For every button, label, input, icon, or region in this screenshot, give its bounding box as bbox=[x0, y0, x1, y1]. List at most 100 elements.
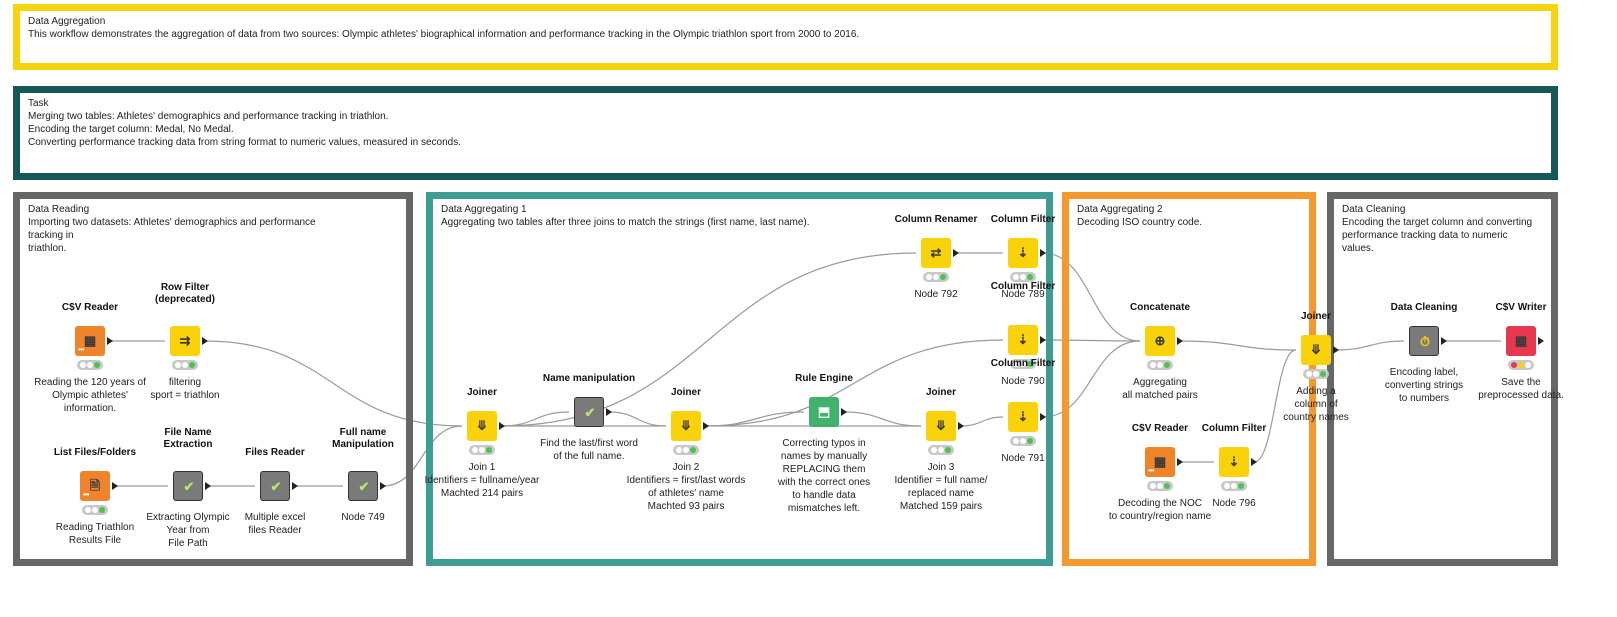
output-port-icon[interactable] bbox=[1040, 249, 1046, 257]
dots-icon: ••• bbox=[83, 490, 89, 499]
node-glyph-icon: ⇣ bbox=[1228, 454, 1240, 469]
node-title: Column Filter bbox=[990, 214, 1056, 225]
node-icon[interactable]: 🗎 ••• bbox=[80, 471, 110, 501]
node-icon[interactable]: ✔ bbox=[574, 397, 604, 427]
output-port-icon[interactable] bbox=[1441, 337, 1447, 345]
node-icon[interactable]: ▦ ••• bbox=[75, 326, 105, 356]
node-icon[interactable]: ⇣ bbox=[1008, 325, 1038, 355]
node-glyph-icon: ⤋ bbox=[935, 418, 947, 433]
node-title: Concatenate bbox=[1129, 302, 1190, 313]
node-joiner-1[interactable]: Joiner ⤋ Join 1 Identifiers = fullname/yea… bbox=[422, 387, 542, 557]
node-icon[interactable]: ▦ bbox=[1506, 326, 1536, 356]
node-glyph-icon: ⤋ bbox=[680, 418, 692, 433]
output-port-icon[interactable] bbox=[606, 408, 612, 416]
status-traffic-light bbox=[172, 360, 198, 370]
output-port-icon[interactable] bbox=[202, 337, 208, 345]
status-traffic-light bbox=[1010, 436, 1036, 446]
node-icon[interactable]: ⇣ bbox=[1219, 447, 1249, 477]
node-title: Row Filter (deprecated) bbox=[154, 282, 215, 305]
node-title: Column Filter bbox=[990, 281, 1056, 292]
node-title: Joiner bbox=[670, 387, 701, 398]
status-traffic-light bbox=[923, 272, 949, 282]
output-port-icon[interactable] bbox=[1538, 337, 1544, 345]
metanode-glyph-icon: ✔ bbox=[270, 479, 282, 494]
node-title: C$V Writer bbox=[1495, 302, 1547, 313]
status-traffic-light bbox=[77, 360, 103, 370]
node-icon[interactable]: ⤋ bbox=[926, 411, 956, 441]
annotation-task: Task Merging two tables: Athletes' demog… bbox=[13, 86, 1558, 180]
annotation-data-aggregation: Data Aggregation This workflow demonstra… bbox=[13, 4, 1558, 70]
node-icon[interactable]: ⇉ bbox=[170, 326, 200, 356]
output-port-icon[interactable] bbox=[112, 482, 118, 490]
node-icon[interactable]: ▦ ••• bbox=[1145, 447, 1175, 477]
metanode-glyph-icon: ✔ bbox=[584, 405, 596, 420]
node-caption: Node 796 bbox=[1212, 498, 1256, 509]
node-glyph-icon: ⤋ bbox=[476, 418, 488, 433]
node-icon[interactable]: ⇄ bbox=[921, 238, 951, 268]
node-caption: filtering sport = triathlon bbox=[150, 377, 220, 401]
node-glyph-icon: ⤋ bbox=[1310, 342, 1322, 357]
node-title: Joiner bbox=[466, 387, 497, 398]
status-traffic-light bbox=[1221, 481, 1247, 491]
status-traffic-light bbox=[1147, 481, 1173, 491]
status-traffic-light bbox=[82, 505, 108, 515]
node-icon[interactable]: ⊕ bbox=[1145, 326, 1175, 356]
output-port-icon[interactable] bbox=[292, 482, 298, 490]
output-port-icon[interactable] bbox=[953, 249, 959, 257]
node-icon[interactable]: ⬒ bbox=[809, 397, 839, 427]
node-icon[interactable]: ✔ bbox=[260, 471, 290, 501]
node-glyph-icon: ▦ bbox=[1514, 333, 1528, 348]
node-full-name-manipulation[interactable]: Full name Manipulation ✔ Node 749 bbox=[303, 427, 423, 597]
node-column-filter-791[interactable]: Column Filter ⇣ Node 791 bbox=[963, 358, 1083, 528]
annotation-text: Data Aggregating 2 Decoding ISO country … bbox=[1077, 204, 1203, 228]
node-glyph-icon: ⇣ bbox=[1017, 245, 1029, 260]
output-port-icon[interactable] bbox=[1333, 346, 1339, 354]
output-port-icon[interactable] bbox=[841, 408, 847, 416]
node-glyph-icon: ⇄ bbox=[930, 245, 942, 260]
output-port-icon[interactable] bbox=[205, 482, 211, 490]
node-icon[interactable]: ✔ bbox=[173, 471, 203, 501]
node-caption: Save the preprocessed data. bbox=[1478, 377, 1564, 401]
status-traffic-light bbox=[1508, 360, 1534, 370]
node-title: Column Filter bbox=[990, 358, 1056, 369]
output-port-icon[interactable] bbox=[1177, 337, 1183, 345]
node-glyph-icon: ⊕ bbox=[1154, 333, 1166, 348]
node-icon[interactable]: ⤋ bbox=[467, 411, 497, 441]
output-port-icon[interactable] bbox=[703, 422, 709, 430]
node-icon[interactable]: ⇣ bbox=[1008, 238, 1038, 268]
metanode-glyph-icon: ✔ bbox=[358, 479, 370, 494]
node-joiner-2[interactable]: Joiner ⤋ Join 2 Identifiers = first/last w… bbox=[626, 387, 746, 557]
node-rule-engine[interactable]: Rule Engine ⬒ Correcting typos in names by… bbox=[764, 373, 884, 543]
node-icon[interactable]: ⏱ bbox=[1409, 326, 1439, 356]
output-port-icon[interactable] bbox=[1040, 336, 1046, 344]
output-port-icon[interactable] bbox=[1040, 413, 1046, 421]
node-caption: Join 2 Identifiers = first/last words of… bbox=[626, 462, 746, 512]
node-icon[interactable]: ⇣ bbox=[1008, 402, 1038, 432]
node-title: Rule Engine bbox=[795, 373, 853, 384]
node-caption: Node 791 bbox=[1001, 453, 1045, 464]
status-traffic-light bbox=[673, 445, 699, 455]
dots-icon: ••• bbox=[1148, 466, 1154, 475]
annotation-text: Data Aggregating 1 Aggregating two table… bbox=[441, 204, 810, 228]
node-glyph-icon: ⬒ bbox=[817, 404, 831, 419]
node-title: Full name Manipulation bbox=[332, 427, 394, 450]
node-caption: Aggregating all matched pairs bbox=[1122, 377, 1198, 401]
output-port-icon[interactable] bbox=[107, 337, 113, 345]
node-glyph-icon: ⇣ bbox=[1017, 409, 1029, 424]
metanode-glyph-icon: ⏱ bbox=[1419, 334, 1431, 349]
annotation-text: Data Aggregation This workflow demonstra… bbox=[28, 16, 860, 40]
output-port-icon[interactable] bbox=[499, 422, 505, 430]
node-caption: Node 749 bbox=[341, 512, 385, 523]
node-title: Name manipulation bbox=[542, 373, 636, 384]
dots-icon: ••• bbox=[78, 345, 84, 354]
node-icon[interactable]: ⤋ bbox=[1301, 335, 1331, 365]
node-csv-writer[interactable]: C$V Writer ▦ Save the preprocessed data. bbox=[1461, 302, 1581, 472]
node-icon[interactable]: ⤋ bbox=[671, 411, 701, 441]
status-traffic-light bbox=[928, 445, 954, 455]
annotation-text: Data Reading Importing two datasets: Ath… bbox=[28, 204, 316, 254]
annotation-text: Data Cleaning Encoding the target column… bbox=[1342, 204, 1533, 254]
node-icon[interactable]: ✔ bbox=[348, 471, 378, 501]
status-traffic-light bbox=[1303, 369, 1329, 379]
output-port-icon[interactable] bbox=[380, 482, 386, 490]
status-traffic-light bbox=[469, 445, 495, 455]
